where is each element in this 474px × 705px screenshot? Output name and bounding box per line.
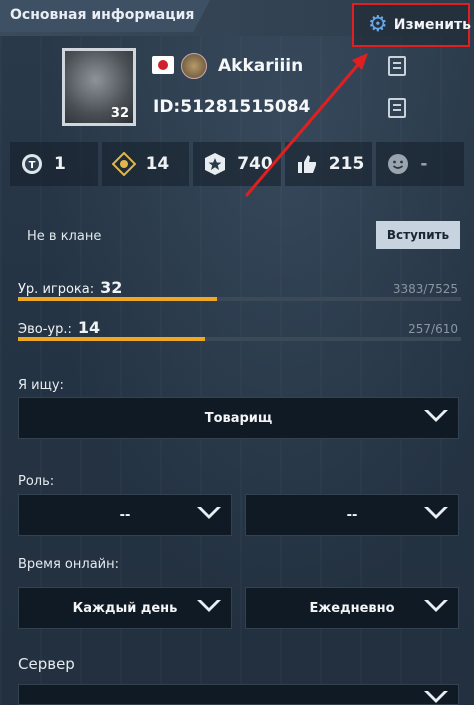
copy-name-icon[interactable] <box>388 56 406 76</box>
page-title: Основная информация <box>10 7 195 23</box>
clan-row: Не в клане Вступить <box>0 220 474 254</box>
clan-status: Не в клане <box>27 229 102 244</box>
role-select-2[interactable]: -- <box>245 494 459 536</box>
avatar-level: 32 <box>110 106 129 121</box>
player-level: Ур. игрока: 32 <box>18 278 122 297</box>
stat-likes[interactable]: 215 <box>284 142 373 186</box>
star-badge-icon <box>203 152 227 176</box>
player-id: ID:51281515084 <box>153 97 311 117</box>
role-value-1: -- <box>119 507 131 523</box>
role-select-1[interactable]: -- <box>18 494 232 536</box>
server-select[interactable] <box>18 684 459 705</box>
gear-icon: ⚙ <box>368 12 388 37</box>
evo-level: Эво-ур.: 14 <box>18 318 100 337</box>
player-xp: 3383/7525 <box>392 282 458 296</box>
role-label: Роль: <box>18 474 55 489</box>
chevron-down-icon <box>424 410 448 422</box>
username: Akkariiin <box>218 56 304 76</box>
stat-star[interactable]: 740 <box>193 142 281 186</box>
rank-icon <box>181 53 207 79</box>
evo-level-value: 14 <box>77 318 101 337</box>
stat-mood[interactable]: - <box>376 142 464 186</box>
chevron-down-icon <box>197 600 221 612</box>
stat-value: 740 <box>237 154 273 174</box>
target-icon <box>111 152 136 176</box>
join-clan-button[interactable]: Вступить <box>376 221 460 249</box>
smiley-icon <box>386 152 410 176</box>
looking-for-select[interactable]: Товарищ <box>18 397 459 439</box>
edit-button[interactable]: ⚙ Изменить <box>352 3 471 47</box>
avatar[interactable]: 32 <box>62 48 136 126</box>
looking-for-label: Я ищу: <box>18 378 64 393</box>
chevron-down-icon <box>424 507 448 519</box>
header-tab[interactable]: Основная информация <box>0 0 210 32</box>
token-icon: T <box>20 152 44 176</box>
svg-text:T: T <box>29 160 36 171</box>
thumbs-up-icon <box>295 152 319 176</box>
online-value-1: Каждый день <box>72 600 178 616</box>
chevron-down-icon <box>424 691 448 703</box>
stat-value: - <box>420 154 428 174</box>
chevron-down-icon <box>197 507 221 519</box>
evo-xp: 257/610 <box>408 322 458 336</box>
stats-row: T 1 14 740 215 - <box>10 142 464 186</box>
copy-id-icon[interactable] <box>388 98 406 118</box>
online-time-label: Время онлайн: <box>18 557 119 572</box>
server-label: Сервер <box>18 655 75 673</box>
online-select-2[interactable]: Ежедневно <box>245 587 459 629</box>
evo-xp-fill <box>18 337 205 341</box>
player-xp-bar <box>18 297 461 301</box>
player-level-value: 32 <box>100 278 123 297</box>
player-level-label: Ур. игрока: <box>18 282 95 297</box>
edit-button-label: Изменить <box>393 17 471 33</box>
flag-icon <box>152 56 174 74</box>
stat-value: 1 <box>54 154 66 174</box>
online-select-1[interactable]: Каждый день <box>18 587 232 629</box>
stat-value: 215 <box>328 154 365 174</box>
evo-xp-bar <box>18 337 461 341</box>
evo-level-label: Эво-ур.: <box>18 322 72 337</box>
stat-target[interactable]: 14 <box>101 142 190 186</box>
role-value-2: -- <box>346 507 358 523</box>
stat-token[interactable]: T 1 <box>10 142 98 186</box>
online-value-2: Ежедневно <box>309 600 395 616</box>
looking-for-value: Товарищ <box>204 410 273 426</box>
chevron-down-icon <box>424 600 448 612</box>
stat-value: 14 <box>145 154 170 174</box>
player-xp-fill <box>18 297 218 301</box>
